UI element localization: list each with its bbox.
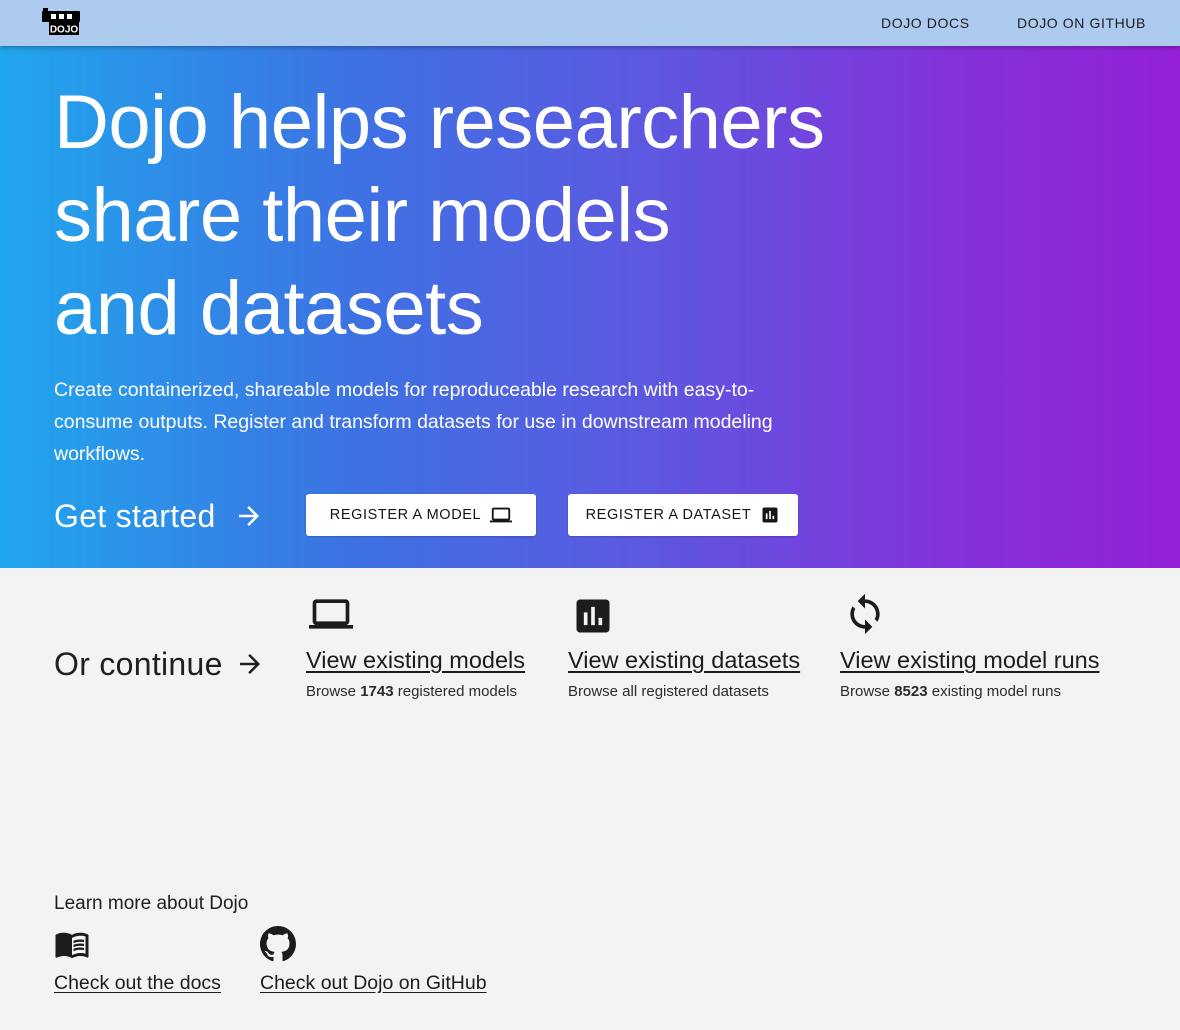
hero-title-line: share their models	[54, 173, 671, 258]
register-dataset-label: REGISTER A DATASET	[585, 507, 752, 523]
models-count-suffix: registered models	[393, 683, 517, 700]
register-dataset-button[interactable]: REGISTER A DATASET	[568, 494, 798, 536]
check-out-docs-link[interactable]: Check out the docs	[54, 972, 221, 995]
hero-description: Create containerized, shareable models f…	[54, 379, 773, 465]
sync-icon	[850, 593, 880, 635]
arrow-right-icon	[239, 654, 260, 674]
or-continue-label: Or continue	[54, 643, 265, 685]
arrow-right-icon	[238, 506, 259, 526]
nav-link-dojo-docs[interactable]: DOJO DOCS	[881, 15, 970, 31]
models-count-value: 1743	[360, 683, 394, 700]
runs-count-suffix: existing model runs	[927, 683, 1061, 700]
register-model-label: REGISTER A MODEL	[329, 507, 482, 523]
bar-chart-icon	[762, 507, 778, 523]
models-count-prefix: Browse	[306, 683, 361, 700]
or-continue-text: Or continue	[54, 645, 223, 682]
laptop-icon	[309, 599, 353, 629]
view-existing-models-link[interactable]: View existing models	[306, 647, 525, 674]
hero-title-line: Dojo helps researchers	[54, 80, 825, 165]
learn-more-heading: Learn more about Dojo	[54, 893, 249, 914]
bar-chart-icon	[576, 599, 610, 633]
top-nav-bar: DOJO DOJO DOCS DOJO ON GITHUB	[0, 0, 1180, 46]
models-count-text: Browse 1743 registered models	[306, 683, 517, 700]
nav-link-dojo-github[interactable]: DOJO ON GITHUB	[1017, 15, 1146, 31]
dojo-logo[interactable]: DOJO	[40, 6, 82, 38]
hero-title-line: and datasets	[54, 266, 484, 351]
hero-title: Dojo helps researchers share their model…	[54, 76, 934, 355]
runs-count-prefix: Browse	[840, 683, 895, 700]
check-out-github-link[interactable]: Check out Dojo on GitHub	[260, 972, 487, 995]
runs-count-text: Browse 8523 existing model runs	[840, 683, 1061, 700]
laptop-icon	[490, 507, 513, 523]
get-started-label: Get started	[54, 494, 264, 538]
register-model-button[interactable]: REGISTER A MODEL	[306, 494, 536, 536]
logo-text: DOJO	[50, 25, 79, 36]
get-started-text: Get started	[54, 497, 216, 534]
runs-count-value: 8523	[894, 683, 928, 700]
github-icon	[260, 926, 296, 962]
datasets-sub-text: Browse all registered datasets	[568, 683, 769, 700]
view-existing-datasets-link[interactable]: View existing datasets	[568, 647, 800, 674]
hero-section: Dojo helps researchers share their model…	[0, 46, 1180, 568]
view-existing-model-runs-link[interactable]: View existing model runs	[840, 647, 1100, 674]
book-icon	[55, 932, 89, 959]
